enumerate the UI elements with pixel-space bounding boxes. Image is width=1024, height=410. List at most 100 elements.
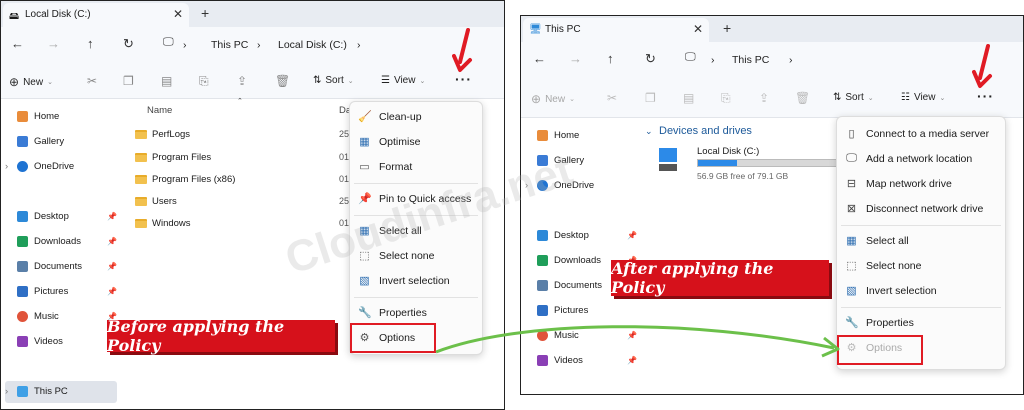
- up-icon[interactable]: ↑: [87, 36, 94, 51]
- sidebar-item-label: Pictures: [554, 305, 589, 316]
- tab-local-disk[interactable]: 🖴 Local Disk (C:) ✕: [3, 3, 189, 27]
- sidebar-item-videos[interactable]: Videos📌: [17, 336, 117, 347]
- up-icon[interactable]: ↑: [607, 51, 614, 66]
- menu-item-format[interactable]: ▭ Format: [358, 160, 412, 174]
- sidebar-item-onedrive[interactable]: › OneDrive: [5, 161, 74, 172]
- new-button[interactable]: ⊕ New ⌄: [531, 92, 575, 106]
- monitor-icon[interactable]: 🖵: [685, 51, 696, 64]
- tab-strip: 🖴 Local Disk (C:) ✕ +: [1, 1, 504, 27]
- menu-item-properties[interactable]: 🔧 Properties: [358, 306, 427, 320]
- copy-icon[interactable]: ❐: [123, 74, 134, 88]
- pin-icon[interactable]: 📌: [107, 237, 117, 246]
- back-icon[interactable]: ←: [533, 51, 546, 66]
- copy-icon[interactable]: ❐: [645, 91, 656, 105]
- close-tab-icon[interactable]: ✕: [173, 7, 183, 21]
- section-devices-and-drives[interactable]: Devices and drives: [659, 125, 752, 137]
- cut-icon[interactable]: ✂: [87, 74, 97, 88]
- sidebar-item-downloads[interactable]: Downloads 📌: [17, 236, 117, 247]
- chevron-up-icon: ⌃: [237, 98, 243, 105]
- menu-item-label: Clean-up: [379, 110, 422, 123]
- refresh-icon[interactable]: ↻: [123, 36, 134, 52]
- view-button[interactable]: ☰ View ⌄: [381, 75, 425, 86]
- list-item[interactable]: PerfLogs: [135, 129, 190, 140]
- refresh-icon[interactable]: ↻: [645, 51, 656, 67]
- column-header-name[interactable]: Name: [147, 105, 172, 116]
- delete-icon[interactable]: 🗑: [795, 91, 810, 105]
- drive-tile-local-disk[interactable]: Local Disk (C:) 56.9 GB free of 79.1 GB: [659, 146, 839, 186]
- list-item[interactable]: Program Files: [135, 152, 211, 163]
- pin-icon[interactable]: 📌: [107, 287, 117, 296]
- plus-circle-icon: ⊕: [9, 75, 20, 89]
- media-server-icon: ▯: [848, 128, 855, 140]
- menu-item-connect-media-server[interactable]: ▯ Connect to a media server: [845, 127, 989, 141]
- documents-icon: [537, 280, 548, 291]
- menu-item-map-network-drive[interactable]: ⊟ Map network drive: [845, 177, 952, 191]
- menu-item-label: Properties: [866, 316, 914, 329]
- delete-icon[interactable]: 🗑: [275, 74, 290, 88]
- sidebar-item-pictures[interactable]: Pictures: [537, 305, 637, 316]
- menu-item-disconnect-network-drive[interactable]: ⊠ Disconnect network drive: [845, 202, 984, 216]
- rename-icon[interactable]: ⎘: [199, 74, 209, 89]
- forward-icon[interactable]: →: [47, 36, 60, 51]
- list-item[interactable]: Users: [135, 196, 177, 207]
- new-tab-icon[interactable]: +: [201, 5, 209, 21]
- breadcrumb-this-pc[interactable]: This PC: [211, 39, 248, 51]
- sort-button[interactable]: ⇅ Sort ⌄: [313, 75, 354, 86]
- menu-item-clean-up[interactable]: 🧹 Clean-up: [358, 110, 422, 124]
- close-tab-icon[interactable]: ✕: [693, 22, 703, 36]
- menu-item-label: Disconnect network drive: [866, 202, 984, 215]
- share-icon[interactable]: ⇪: [237, 74, 247, 88]
- new-tab-icon[interactable]: +: [723, 20, 731, 36]
- sidebar-item-documents[interactable]: Documents 📌: [17, 261, 117, 272]
- menu-item-invert-selection[interactable]: ▧ Invert selection: [845, 284, 936, 298]
- sidebar-item-pictures[interactable]: Pictures 📌: [17, 286, 117, 297]
- menu-item-optimise[interactable]: ▦ Optimise: [358, 135, 420, 149]
- sidebar-item-desktop[interactable]: Desktop 📌: [537, 230, 637, 241]
- pin-icon[interactable]: 📌: [107, 212, 117, 221]
- share-icon[interactable]: ⇪: [759, 91, 769, 105]
- breadcrumb-this-pc[interactable]: This PC: [732, 54, 769, 66]
- pin-icon[interactable]: 📌: [627, 231, 637, 240]
- sidebar-item-home[interactable]: Home: [17, 111, 59, 122]
- monitor-icon[interactable]: 🖵: [163, 36, 174, 49]
- sidebar-item-this-pc[interactable]: › This PC: [5, 386, 68, 397]
- see-more-button[interactable]: ···: [977, 88, 994, 104]
- chevron-down-icon: ⌄: [347, 77, 354, 85]
- sidebar-item-label: Documents: [554, 280, 603, 291]
- folder-icon: [135, 175, 147, 184]
- menu-item-invert-selection[interactable]: ▧ Invert selection: [358, 274, 449, 288]
- pin-icon[interactable]: 📌: [107, 262, 117, 271]
- folder-icon: [135, 197, 147, 206]
- paste-icon[interactable]: ▤: [161, 74, 172, 88]
- chevron-right-icon: ›: [357, 39, 361, 51]
- back-icon[interactable]: ←: [11, 36, 24, 51]
- menu-item-select-all[interactable]: ▦ Select all: [845, 234, 909, 248]
- file-name: Program Files (x86): [152, 174, 236, 185]
- cut-icon[interactable]: ✂: [607, 91, 617, 105]
- menu-item-select-none[interactable]: ⬚ Select none: [845, 259, 921, 273]
- tab-this-pc[interactable]: 🖥 This PC ✕: [523, 18, 709, 42]
- forward-icon[interactable]: →: [569, 51, 582, 66]
- sidebar-item-desktop[interactable]: Desktop 📌: [17, 211, 117, 222]
- sidebar-item-label: Downloads: [34, 236, 81, 247]
- sidebar-item-music[interactable]: Music 📌: [17, 311, 117, 322]
- breadcrumb-local-disk[interactable]: Local Disk (C:): [278, 39, 347, 51]
- rename-icon[interactable]: ⎘: [721, 91, 731, 106]
- sidebar-item-home[interactable]: Home: [537, 130, 579, 141]
- tab-title: This PC: [545, 24, 581, 35]
- list-item[interactable]: Windows: [135, 218, 191, 229]
- new-button[interactable]: ⊕ New ⌄: [9, 75, 53, 89]
- menu-divider: [841, 307, 1001, 308]
- view-button[interactable]: ☷ View ⌄: [901, 92, 945, 103]
- paste-icon[interactable]: ▤: [683, 91, 694, 105]
- drive-usage-fill: [698, 160, 738, 166]
- options-highlight-box: [350, 323, 436, 353]
- menu-item-label: Select all: [866, 234, 909, 247]
- chevron-right-icon: ›: [257, 39, 261, 51]
- nav-bar: ← → ↑ ↻ 🖵 › This PC ›: [521, 42, 1023, 78]
- sidebar-item-gallery[interactable]: Gallery: [17, 136, 64, 147]
- menu-item-add-network-location[interactable]: 🖵 Add a network location: [845, 152, 972, 165]
- list-item[interactable]: Program Files (x86): [135, 174, 235, 185]
- menu-item-properties[interactable]: 🔧 Properties: [845, 316, 914, 330]
- sort-button[interactable]: ⇅ Sort ⌄: [833, 92, 874, 103]
